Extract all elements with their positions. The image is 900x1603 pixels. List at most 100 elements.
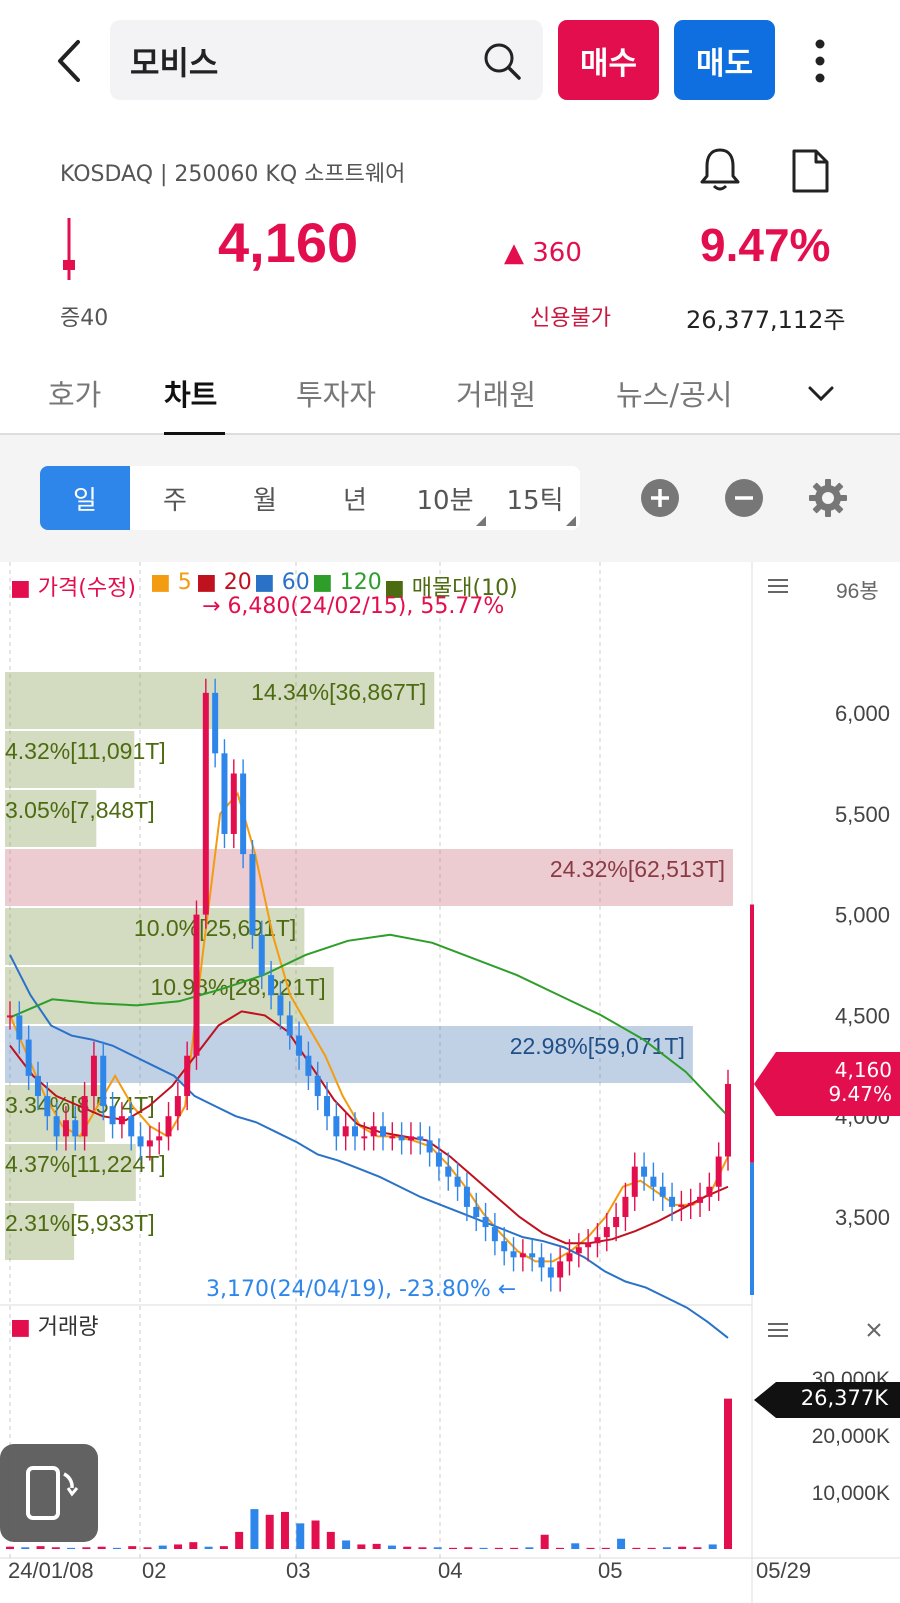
period-yearly[interactable]: 년 (310, 466, 400, 530)
candle-body (650, 1176, 657, 1187)
volume-bar (250, 1509, 259, 1549)
candle-body (631, 1166, 638, 1197)
current-volume-label: 26,377K (800, 1386, 888, 1410)
candle-body (370, 1126, 377, 1137)
candle-body (519, 1253, 526, 1258)
candle-body (547, 1267, 554, 1278)
volume-bar (112, 1547, 121, 1549)
candle-body (613, 1217, 620, 1228)
volume-bar (433, 1547, 442, 1549)
volume-bar (82, 1547, 91, 1549)
zoom-out-icon[interactable] (724, 478, 764, 518)
sell-button[interactable]: 매도 (674, 20, 775, 100)
profile-label: 22.98%[59,071T] (510, 1033, 685, 1059)
volume-bar (189, 1542, 198, 1549)
menu-icon[interactable] (768, 578, 788, 594)
trade-volume: 26,377,112주 (686, 306, 846, 334)
search-bar[interactable]: 모비스 (110, 20, 543, 100)
volume-tick-label: 10,000K (812, 1482, 890, 1505)
low-annotation: 3,170(24/04/19), -23.80% ← (206, 1277, 517, 1302)
volume-bar (601, 1547, 610, 1549)
volume-bar (571, 1543, 580, 1549)
candle-body (379, 1126, 386, 1137)
floating-window-button[interactable] (0, 1444, 98, 1542)
candle-body (34, 1075, 41, 1097)
candle-body (445, 1166, 452, 1177)
volume-bar (372, 1543, 381, 1549)
candle-body (277, 995, 284, 1016)
period-10min[interactable]: 10분 (400, 466, 490, 530)
x-tick-label: 02 (142, 1558, 166, 1583)
volume-bar (143, 1547, 152, 1549)
price-tick-label: 5,000 (835, 903, 890, 928)
candle-body (585, 1243, 592, 1248)
bell-icon[interactable] (698, 146, 742, 192)
profile-label: 2.31%[5,933T] (5, 1210, 155, 1236)
current-pct-label: 9.47% (828, 1082, 892, 1106)
tab-chart[interactable]: 차트 (164, 372, 217, 414)
candle-body (482, 1217, 489, 1228)
candle-count: 96봉 (836, 580, 879, 603)
candle-body (249, 854, 256, 935)
profile-label: 4.37%[11,224T] (5, 1151, 166, 1177)
buy-button[interactable]: 매수 (558, 20, 659, 100)
volume-bar (128, 1546, 137, 1549)
credit-status: 신용불가 (530, 306, 611, 331)
zoom-in-icon[interactable] (640, 478, 680, 518)
candle-body (81, 1096, 88, 1137)
candle-body (407, 1136, 414, 1141)
volume-bar (204, 1546, 213, 1549)
period-selector: 일 주 월 년 10분 15틱 (40, 466, 580, 530)
volume-bar (158, 1545, 167, 1549)
volume-bar (510, 1547, 519, 1549)
period-weekly[interactable]: 주 (130, 466, 220, 530)
volume-bar (418, 1547, 427, 1549)
high-annotation: → 6,480(24/02/15), 55.77% (202, 594, 505, 619)
back-arrow-icon[interactable] (50, 36, 90, 86)
candle-body (566, 1253, 573, 1262)
gear-icon[interactable] (808, 478, 848, 518)
volume-bar (21, 1547, 30, 1549)
document-icon[interactable] (790, 148, 830, 194)
more-menu-icon[interactable] (810, 36, 830, 86)
candle-body (44, 1096, 51, 1117)
tab-investor[interactable]: 투자자 (296, 372, 376, 414)
period-15tick[interactable]: 15틱 (490, 466, 580, 530)
volume-bar (540, 1534, 549, 1549)
candle-body (90, 1055, 97, 1097)
volume-bar (219, 1546, 228, 1549)
legend-ma5: ■ 5 (150, 570, 192, 595)
legend-ma60: ■ 60 (254, 570, 310, 595)
legend-volume: ■ 거래량 (10, 1315, 99, 1340)
chevron-down-icon[interactable] (806, 378, 836, 408)
profile-label: 3.05%[7,848T] (5, 797, 155, 823)
candle-body (146, 1140, 153, 1147)
period-daily[interactable]: 일 (40, 466, 130, 530)
candle-body (389, 1136, 396, 1139)
candle-body (454, 1176, 461, 1187)
price-tick-label: 6,000 (835, 701, 890, 726)
candle-body (286, 1015, 293, 1036)
candle-body (510, 1251, 517, 1258)
search-icon[interactable] (481, 40, 523, 82)
period-monthly[interactable]: 월 (220, 466, 310, 530)
candle-body (333, 1116, 340, 1137)
close-icon[interactable] (866, 1322, 882, 1338)
candle-body (240, 773, 247, 855)
candle-body (491, 1227, 498, 1242)
profile-label: 14.34%[36,867T] (251, 679, 426, 705)
volume-bar (280, 1511, 289, 1549)
candle-body (426, 1140, 433, 1153)
tab-orderbook[interactable]: 호가 (48, 372, 101, 414)
legend-price: ■ 가격(수정) (10, 576, 136, 601)
volume-menu-icon[interactable] (768, 1322, 788, 1338)
candle-body (296, 1035, 303, 1056)
tab-news[interactable]: 뉴스/공시 (616, 372, 733, 414)
volume-bar (235, 1531, 244, 1549)
up-triangle-icon: ▲ (504, 238, 524, 268)
candle-body (622, 1196, 629, 1217)
candle-body (352, 1126, 359, 1137)
volume-bar (265, 1514, 274, 1549)
candle-body (184, 1055, 191, 1097)
tab-broker[interactable]: 거래원 (456, 372, 536, 414)
